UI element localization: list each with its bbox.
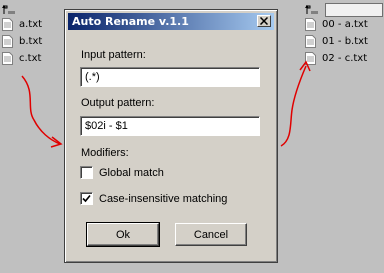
global-match-option[interactable]: Global match: [80, 166, 164, 179]
close-icon: [260, 17, 268, 25]
output-pattern-field-frame: [80, 116, 260, 136]
global-match-checkbox[interactable]: [80, 166, 93, 179]
checkmark-icon: [82, 194, 91, 203]
left-arrow: [21, 75, 61, 145]
case-insensitive-option[interactable]: Case-insensitive matching: [80, 192, 227, 205]
input-pattern-label: Input pattern:: [81, 49, 146, 61]
title-bar[interactable]: Auto Rename v.1.1: [68, 13, 274, 30]
close-button[interactable]: [257, 15, 271, 27]
right-arrow: [280, 65, 307, 147]
auto-rename-dialog: Auto Rename v.1.1 Input pattern: Output …: [64, 9, 278, 263]
ok-button[interactable]: Ok: [86, 222, 160, 247]
input-pattern-field-frame: [80, 67, 260, 87]
case-insensitive-label: Case-insensitive matching: [99, 192, 228, 205]
dialog-title: Auto Rename v.1.1: [72, 15, 189, 28]
modifiers-label: Modifiers:: [81, 147, 129, 159]
case-insensitive-checkbox[interactable]: [80, 192, 93, 205]
output-pattern-label: Output pattern:: [81, 97, 155, 109]
output-pattern-field[interactable]: [85, 118, 255, 134]
input-pattern-field[interactable]: [85, 69, 255, 85]
cancel-button[interactable]: Cancel: [175, 223, 247, 246]
global-match-label: Global match: [99, 166, 164, 179]
